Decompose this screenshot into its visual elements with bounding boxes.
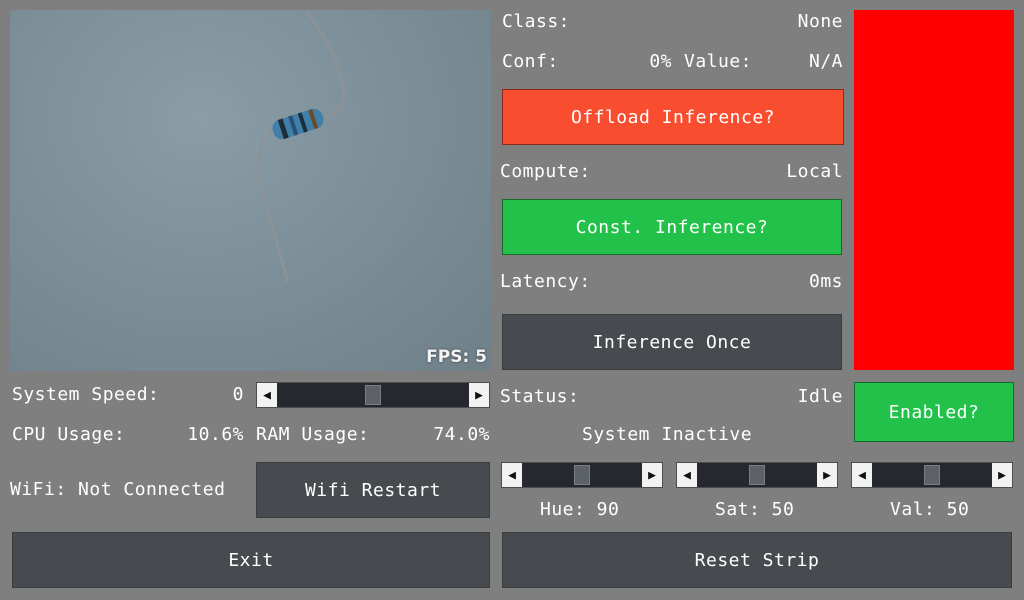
- latency-value: 0ms: [808, 271, 843, 292]
- status-value: Idle: [797, 386, 843, 407]
- slider-thumb[interactable]: [365, 385, 381, 405]
- hue-readout: Hue: 90: [540, 499, 620, 520]
- value-label: Value:: [684, 51, 753, 72]
- system-speed-value: 0: [232, 384, 244, 405]
- system-status-message: System Inactive: [582, 424, 753, 445]
- ram-usage-value: 74.0%: [433, 424, 490, 445]
- system-speed-label: System Speed:: [12, 384, 160, 405]
- cpu-usage-value: 10.6%: [187, 424, 244, 445]
- enabled-toggle-button[interactable]: Enabled?: [854, 382, 1014, 442]
- class-label: Class:: [502, 11, 571, 32]
- hue-slider[interactable]: ◀ ▶: [501, 462, 663, 488]
- conf-label: Conf:: [502, 51, 559, 72]
- value-value: N/A: [808, 51, 843, 72]
- led-color-preview: [854, 10, 1014, 370]
- conf-value: 0%: [649, 51, 672, 72]
- reset-strip-button[interactable]: Reset Strip: [502, 532, 1012, 588]
- inference-once-button[interactable]: Inference Once: [502, 314, 842, 370]
- val-readout: Val: 50: [890, 499, 970, 520]
- wifi-restart-button[interactable]: Wifi Restart: [256, 462, 490, 518]
- sat-readout: Sat: 50: [715, 499, 795, 520]
- wifi-status: WiFi: Not Connected: [10, 479, 226, 500]
- offload-inference-button[interactable]: Offload Inference?: [502, 89, 844, 145]
- exit-button[interactable]: Exit: [12, 532, 490, 588]
- slider-right-arrow-icon[interactable]: ▶: [992, 463, 1012, 487]
- slider-left-arrow-icon[interactable]: ◀: [852, 463, 872, 487]
- sat-slider[interactable]: ◀ ▶: [676, 462, 838, 488]
- system-speed-slider[interactable]: ◀ ▶: [256, 382, 490, 408]
- slider-left-arrow-icon[interactable]: ◀: [257, 383, 277, 407]
- slider-thumb[interactable]: [749, 465, 765, 485]
- camera-view: FPS: 5: [10, 10, 491, 371]
- latency-label: Latency:: [500, 271, 591, 292]
- compute-label: Compute:: [500, 161, 591, 182]
- cpu-usage-label: CPU Usage:: [12, 424, 126, 445]
- val-slider[interactable]: ◀ ▶: [851, 462, 1013, 488]
- camera-image: [257, 10, 346, 283]
- ram-usage-label: RAM Usage:: [256, 424, 370, 445]
- class-value: None: [797, 11, 843, 32]
- slider-left-arrow-icon[interactable]: ◀: [677, 463, 697, 487]
- status-label: Status:: [500, 386, 580, 407]
- slider-left-arrow-icon[interactable]: ◀: [502, 463, 522, 487]
- slider-thumb[interactable]: [924, 465, 940, 485]
- slider-right-arrow-icon[interactable]: ▶: [469, 383, 489, 407]
- compute-value: Local: [786, 161, 843, 182]
- const-inference-button[interactable]: Const. Inference?: [502, 199, 842, 255]
- fps-counter: FPS: 5: [426, 347, 487, 367]
- slider-right-arrow-icon[interactable]: ▶: [642, 463, 662, 487]
- slider-right-arrow-icon[interactable]: ▶: [817, 463, 837, 487]
- slider-thumb[interactable]: [574, 465, 590, 485]
